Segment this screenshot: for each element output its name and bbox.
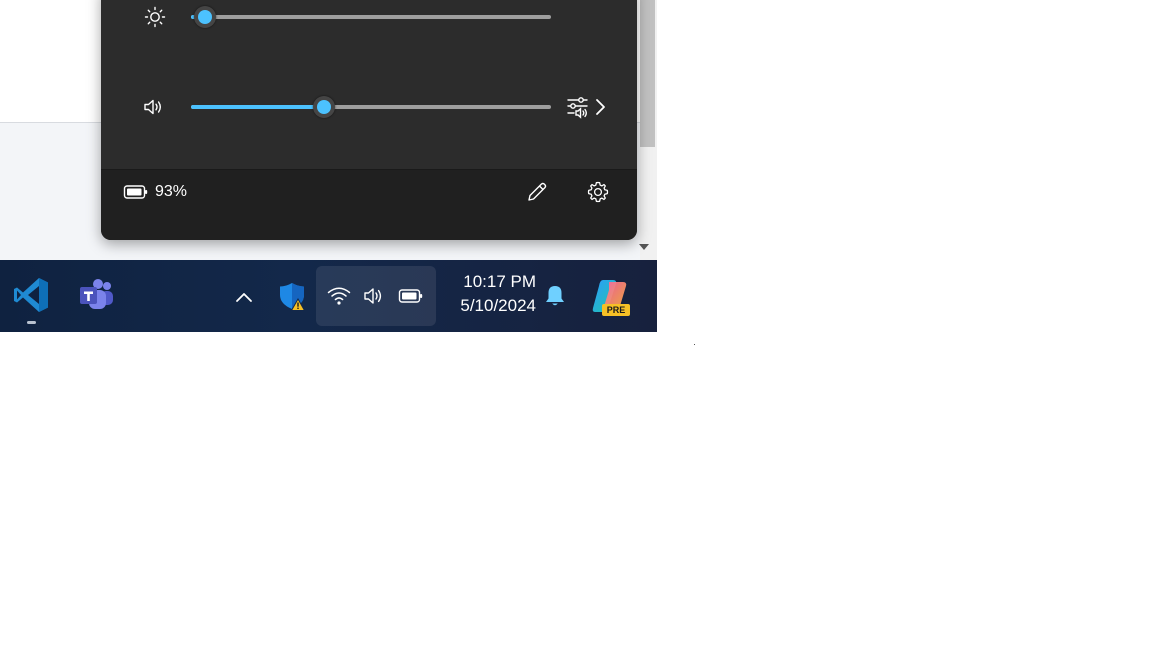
chevron-up-icon <box>234 290 254 304</box>
volume-slider-fill <box>191 105 324 109</box>
settings-button[interactable] <box>580 174 616 210</box>
brightness-slider-thumb[interactable] <box>194 6 216 28</box>
wifi-icon <box>326 283 352 309</box>
teams-icon <box>76 275 116 315</box>
running-app-indicator <box>27 321 36 324</box>
taskbar: 10:17 PM 5/10/2024 PRE <box>0 260 657 332</box>
copilot-button[interactable]: PRE <box>589 276 631 318</box>
show-hidden-icons-button[interactable] <box>230 283 258 311</box>
network-volume-battery-group[interactable] <box>316 266 436 326</box>
bell-icon[interactable] <box>541 282 569 310</box>
quick-settings-footer: 93% <box>101 169 637 240</box>
copilot-preview-badge: PRE <box>602 304 630 316</box>
clock-time: 10:17 PM <box>463 272 536 291</box>
chevron-right-icon <box>593 97 607 117</box>
brightness-slider[interactable] <box>191 6 551 28</box>
windows-security-warning-icon[interactable] <box>276 280 308 312</box>
background-scrollbar-thumb[interactable] <box>640 0 655 147</box>
taskbar-app-vscode[interactable] <box>9 273 53 317</box>
taskbar-clock[interactable]: 10:17 PM 5/10/2024 <box>444 270 536 318</box>
battery-icon <box>123 182 149 202</box>
audio-output-button[interactable] <box>565 92 609 122</box>
audio-mixer-icon <box>565 94 591 120</box>
scroll-down-arrow-icon[interactable] <box>639 244 649 250</box>
vscode-icon <box>11 275 51 315</box>
quick-settings-flyout: 93% <box>101 0 637 240</box>
battery-percentage: 93% <box>155 183 188 200</box>
stray-pixel <box>694 344 695 345</box>
volume-slider-thumb[interactable] <box>313 96 335 118</box>
battery-icon <box>398 283 424 309</box>
speaker-icon <box>361 283 387 309</box>
desktop-region: 93% 10:17 PM 5/10/2024 PRE <box>0 0 657 332</box>
taskbar-app-teams[interactable] <box>74 273 118 317</box>
speaker-icon[interactable] <box>141 95 165 119</box>
brightness-icon <box>143 5 167 29</box>
clock-date: 5/10/2024 <box>460 296 536 315</box>
edit-quick-settings-button[interactable] <box>519 174 555 210</box>
pencil-icon <box>525 180 549 204</box>
gear-icon <box>586 180 610 204</box>
battery-status-button[interactable]: 93% <box>123 182 187 202</box>
volume-slider[interactable] <box>191 96 551 118</box>
